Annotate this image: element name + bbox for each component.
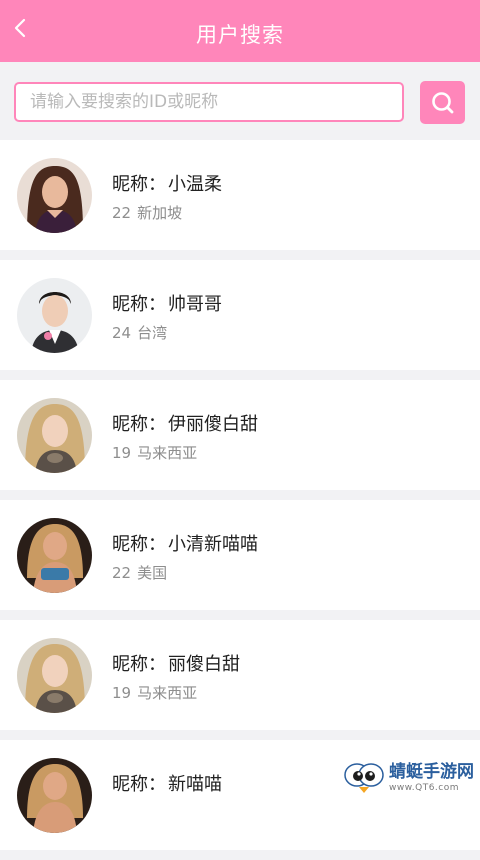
user-meta: 19 马来西亚 (112, 442, 197, 463)
user-nickname: 昵称： 小清新喵喵 (112, 534, 258, 555)
watermark-url: www.QT6.com (389, 782, 460, 793)
user-nickname: 昵称： 伊丽傻白甜 (112, 414, 258, 435)
user-list-item[interactable]: 昵称： 丽傻白甜 19 马来西亚 (0, 620, 480, 730)
user-list-item[interactable]: 昵称： 帅哥哥 24 台湾 (0, 260, 480, 370)
user-nickname: 昵称： 新喵喵 (112, 774, 222, 795)
search-input[interactable] (14, 82, 404, 122)
watermark-name: 蜻蜓手游网 (389, 761, 474, 782)
search-button[interactable] (420, 81, 465, 124)
user-list-item[interactable]: 昵称： 小清新喵喵 22 美国 (0, 500, 480, 610)
watermark: 蜻蜓手游网 www.QT6.com (343, 760, 474, 796)
avatar (17, 638, 92, 713)
user-age: 19 (112, 444, 132, 462)
user-nickname: 昵称： 丽傻白甜 (112, 654, 240, 675)
user-location: 新加坡 (137, 204, 183, 222)
user-nickname: 昵称： 小温柔 (112, 174, 222, 195)
user-list-item[interactable]: 昵称： 小温柔 22 新加坡 (0, 140, 480, 250)
page-title: 用户搜索 (196, 23, 284, 47)
user-nickname: 昵称： 帅哥哥 (112, 294, 222, 315)
avatar (17, 158, 92, 233)
user-meta: 19 马来西亚 (112, 682, 197, 703)
user-age: 22 (112, 204, 132, 222)
user-age: 24 (112, 324, 132, 342)
user-meta: 24 台湾 (112, 322, 167, 343)
user-meta: 22 新加坡 (112, 202, 182, 223)
user-meta: 22 美国 (112, 562, 167, 583)
search-bar (0, 62, 480, 140)
user-age: 19 (112, 684, 132, 702)
user-list: 昵称： 小温柔 22 新加坡 昵称： 帅哥哥 24 台湾 昵称： 伊丽傻白甜 1… (0, 140, 480, 860)
user-location: 马来西亚 (137, 444, 198, 462)
avatar (17, 758, 92, 833)
user-list-item[interactable]: 昵称： 伊丽傻白甜 19 马来西亚 (0, 380, 480, 490)
avatar (17, 398, 92, 473)
user-age: 22 (112, 564, 132, 582)
avatar (17, 278, 92, 353)
user-location: 台湾 (137, 324, 168, 342)
user-location: 美国 (137, 564, 168, 582)
search-icon (431, 91, 453, 113)
avatar (17, 518, 92, 593)
app-header: 用户搜索 (0, 0, 480, 62)
dragonfly-logo-icon (344, 763, 384, 793)
user-location: 马来西亚 (137, 684, 198, 702)
